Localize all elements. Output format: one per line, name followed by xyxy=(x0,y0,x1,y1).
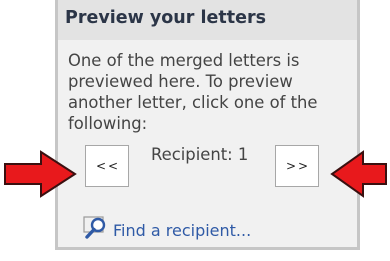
description-line: One of the merged letters is xyxy=(68,51,300,70)
red-arrow-left-icon xyxy=(330,150,387,198)
find-recipient-label: Find a recipient... xyxy=(113,220,252,240)
panel-header: Preview your letters xyxy=(58,0,357,40)
description-line: previewed here. To preview xyxy=(68,72,293,91)
panel-description: One of the merged letters is previewed h… xyxy=(68,50,358,134)
magnifier-search-icon xyxy=(83,215,109,245)
preview-letters-panel: Preview your letters One of the merged l… xyxy=(55,0,360,250)
description-line: following: xyxy=(68,114,148,133)
panel-title: Preview your letters xyxy=(65,8,266,28)
find-recipient-link[interactable]: Find a recipient... xyxy=(83,215,252,245)
previous-recipient-button[interactable]: << xyxy=(85,145,129,187)
next-recipient-button[interactable]: >> xyxy=(275,145,319,187)
recipient-number-label: Recipient: 1 xyxy=(151,145,249,164)
description-line: another letter, click one of the xyxy=(68,93,318,112)
red-arrow-right-icon xyxy=(4,150,77,198)
